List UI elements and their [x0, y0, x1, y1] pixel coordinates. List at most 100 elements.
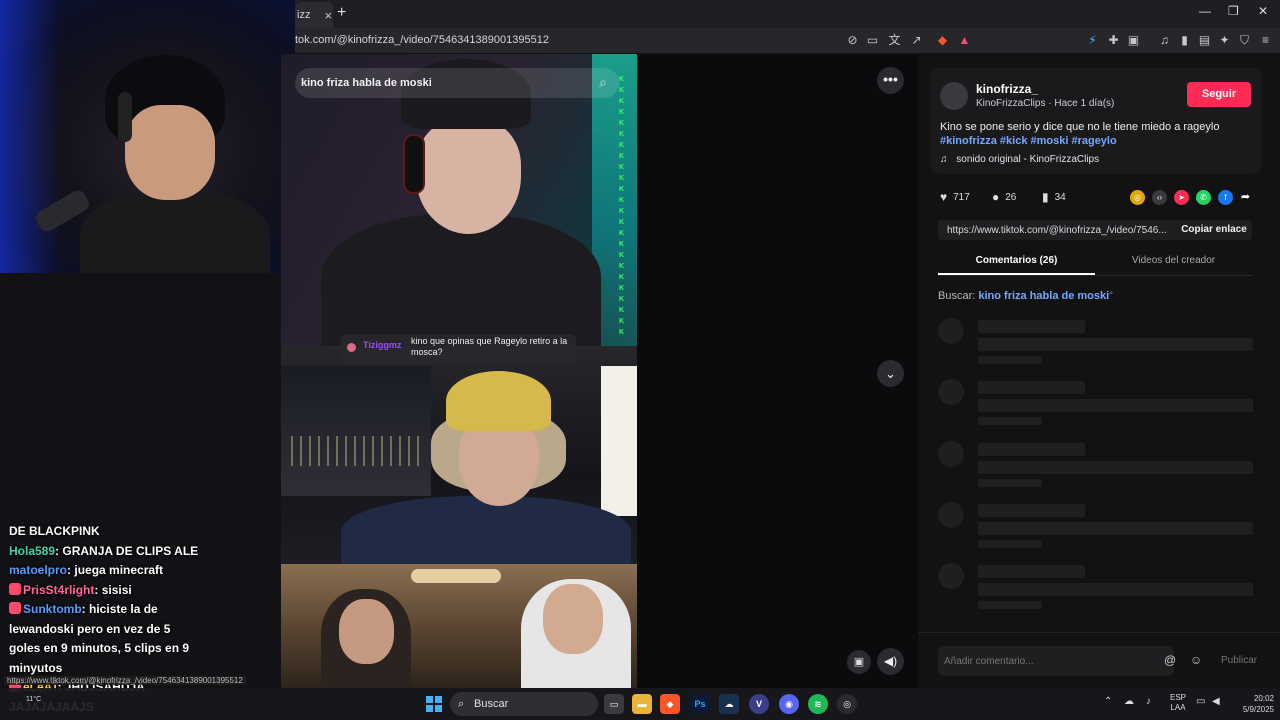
brave-shield-icon[interactable]: ◆: [935, 33, 950, 48]
save-button[interactable]: ▮ 34: [1042, 190, 1066, 204]
onedrive-icon[interactable]: ☁: [1124, 696, 1134, 707]
new-tab-button[interactable]: +: [337, 4, 346, 22]
app-v-icon[interactable]: V: [749, 694, 769, 714]
steam-icon[interactable]: ☁: [719, 694, 739, 714]
share-page-icon[interactable]: ↗: [909, 33, 924, 48]
mention-icon[interactable]: @: [1164, 653, 1176, 667]
minimize-button[interactable]: —: [1199, 4, 1211, 18]
browser-tab[interactable]: izz ×: [295, 2, 333, 28]
video-player[interactable]: kino friza habla de moski ⌕ K K K K K K …: [281, 54, 637, 688]
start-button[interactable]: [426, 696, 442, 712]
share-arrow-icon[interactable]: ➦: [1238, 190, 1253, 205]
share-link-text[interactable]: https://www.tiktok.com/@kinofrizza_/vide…: [947, 225, 1169, 236]
language-indicator[interactable]: ESP LAA: [1170, 693, 1186, 713]
task-view-icon[interactable]: ▭: [604, 694, 624, 714]
obs-icon[interactable]: ◎: [837, 694, 857, 714]
address-bar[interactable]: tok.com/@kinofrizza_/video/7546341389001…: [295, 28, 1280, 54]
sidebar-icon[interactable]: ▮: [1177, 33, 1192, 48]
speaker-icon[interactable]: ◀: [1212, 696, 1220, 707]
extension-icon[interactable]: ⚡: [1085, 33, 1100, 48]
publish-button[interactable]: Publicar: [1221, 655, 1257, 666]
close-tab-icon[interactable]: ×: [324, 8, 332, 23]
author-subline: KinoFrizzaClips · Hace 1 día(s): [976, 98, 1115, 109]
panel-tabs: Comentarios (26) Videos del creador: [938, 252, 1252, 276]
search-query-link[interactable]: kino friza habla de moski: [978, 290, 1109, 302]
music-icon[interactable]: ♫: [1157, 33, 1172, 48]
menu-icon[interactable]: ≡: [1258, 33, 1273, 48]
vpn-shield-icon[interactable]: ⛉: [1237, 33, 1252, 48]
tab-creator-videos[interactable]: Videos del creador: [1095, 255, 1252, 266]
weather-widget[interactable]: 11°C: [26, 696, 41, 704]
wallet-icon[interactable]: ▣: [1126, 33, 1141, 48]
chat-line: Hola589: GRANJA DE CLIPS ALE: [9, 542, 198, 562]
embed-icon[interactable]: ‹›: [1152, 190, 1167, 205]
coin-share-icon[interactable]: ◎: [1130, 190, 1145, 205]
comment-bar: @ ☺ Publicar: [918, 632, 1280, 688]
hashtags[interactable]: #kinofrizza #kick #moski #rageylo: [940, 135, 1117, 147]
clock-date: 5/9/2025: [1242, 705, 1274, 714]
like-button[interactable]: ♥ 717: [940, 190, 970, 204]
chat-badge-icon: [9, 602, 21, 614]
streamer-webcam: [0, 0, 295, 273]
chat-text: goles en 9 minutos, 5 clips en 9: [9, 641, 190, 655]
send-icon[interactable]: ➤: [1174, 190, 1189, 205]
emoji-icon[interactable]: ☺: [1190, 653, 1202, 667]
brave-browser-icon[interactable]: ◆: [660, 694, 680, 714]
restore-button[interactable]: ❐: [1228, 4, 1239, 18]
author-avatar[interactable]: [940, 82, 968, 110]
sound-row[interactable]: ♫ sonido original - KinoFrizzaClips: [940, 154, 1099, 165]
chat-text: hiciste la de: [89, 602, 158, 616]
music-note-icon: ♫: [940, 154, 948, 165]
media-off-icon[interactable]: ⊘: [845, 33, 860, 48]
rewards-icon[interactable]: ▲: [957, 33, 972, 48]
comment-icon: ●: [992, 190, 1000, 204]
chat-username: Tiziggmz: [363, 340, 402, 350]
comment-skeleton: [938, 379, 1253, 431]
clock-time: 20:02: [1253, 694, 1274, 703]
post-card: kinofrizza_ KinoFrizzaClips · Hace 1 día…: [930, 68, 1262, 174]
mic-icon[interactable]: ♪: [1146, 696, 1151, 707]
lang-primary: ESP: [1170, 693, 1187, 702]
extensions-puzzle-icon[interactable]: ✚: [1106, 33, 1121, 48]
windows-taskbar: 11°C ⌕ Buscar ▭ ▬ ◆ Ps ☁ V ◉ ≋ ◎ ⌃ ☁ ♪ E…: [0, 688, 1280, 720]
wallet-card-icon[interactable]: ▤: [1197, 33, 1212, 48]
leo-ai-icon[interactable]: ✦: [1217, 33, 1232, 48]
comment-search-line: Buscar: kino friza habla de moski⌕: [938, 290, 1113, 302]
close-window-button[interactable]: ✕: [1258, 4, 1268, 18]
spotify-icon[interactable]: ≋: [808, 694, 828, 714]
clock[interactable]: 20:02 5/9/2025: [1232, 693, 1274, 715]
tab-comments[interactable]: Comentarios (26): [938, 255, 1095, 275]
volume-button[interactable]: ◀): [877, 648, 904, 675]
save-count: 34: [1054, 191, 1066, 203]
taskbar-search[interactable]: ⌕ Buscar: [450, 692, 598, 716]
discord-icon[interactable]: ◉: [779, 694, 799, 714]
comment-count: 26: [1005, 191, 1017, 203]
next-video-button[interactable]: ⌄: [877, 360, 904, 387]
chat-colon: :: [94, 582, 102, 597]
cast-icon[interactable]: ▭: [865, 33, 880, 48]
photoshop-icon[interactable]: Ps: [690, 694, 710, 714]
tab-title: izz: [297, 9, 311, 21]
copy-link-button[interactable]: Copiar enlace: [1176, 220, 1252, 240]
follow-button[interactable]: Seguir: [1187, 82, 1251, 107]
translate-icon[interactable]: 文: [887, 33, 902, 48]
file-explorer-icon[interactable]: ▬: [632, 694, 652, 714]
chat-username: Sunktomb: [23, 602, 82, 616]
chat-line: lewandoski pero en vez de 5: [9, 620, 170, 640]
display-icon[interactable]: ▭: [1196, 696, 1205, 707]
chevron-up-icon[interactable]: ⌃: [1104, 696, 1112, 707]
more-options-button[interactable]: •••: [877, 67, 904, 94]
chat-username: PrisSt4rlight: [23, 582, 95, 597]
url-text[interactable]: tok.com/@kinofrizza_/video/7546341389001…: [295, 34, 549, 46]
screen: izz × + — ❐ ✕ tok.com/@kinofrizza_/video…: [0, 0, 1280, 720]
comment-input[interactable]: [938, 646, 1174, 676]
author-name[interactable]: kinofrizza_: [976, 82, 1038, 96]
comment-button[interactable]: ● 26: [992, 190, 1016, 204]
chat-text: sisisi: [101, 582, 132, 597]
picture-in-picture-button[interactable]: ▣: [847, 650, 871, 674]
chat-text: lewandoski pero en vez de 5: [9, 621, 171, 636]
facebook-icon[interactable]: f: [1218, 190, 1233, 205]
chat-line: PrisSt4rlight: sisisi: [9, 581, 132, 601]
heart-icon: ♥: [940, 190, 948, 204]
whatsapp-icon[interactable]: ✆: [1196, 190, 1211, 205]
